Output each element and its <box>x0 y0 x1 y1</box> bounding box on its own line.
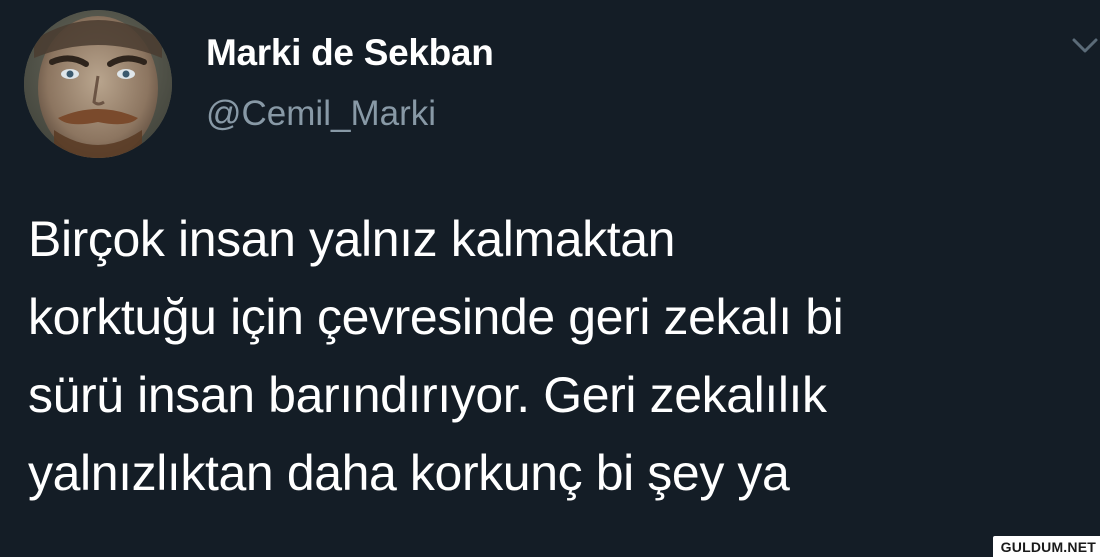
tweet-text-line: korktuğu için çevresinde geri zekalı bi <box>28 289 844 345</box>
tweet-text-line: Birçok insan yalnız kalmaktan <box>28 211 676 267</box>
watermark: GULDUM.NET <box>992 536 1100 557</box>
profile-photo-icon <box>24 10 172 158</box>
user-handle[interactable]: @Cemil_Marki <box>206 94 436 134</box>
tweet-text: Birçok insan yalnız kalmaktan korktuğu i… <box>28 200 1088 512</box>
tweet-card: Marki de Sekban @Cemil_Marki Birçok insa… <box>0 0 1100 557</box>
tweet-text-line: sürü insan barındırıyor. Geri zekalılık <box>28 367 827 423</box>
chevron-down-icon[interactable] <box>1070 34 1100 58</box>
display-name[interactable]: Marki de Sekban <box>206 32 494 74</box>
tweet-text-line: yalnızlıktan daha korkunç bi şey ya <box>28 445 790 501</box>
avatar[interactable] <box>24 10 172 158</box>
